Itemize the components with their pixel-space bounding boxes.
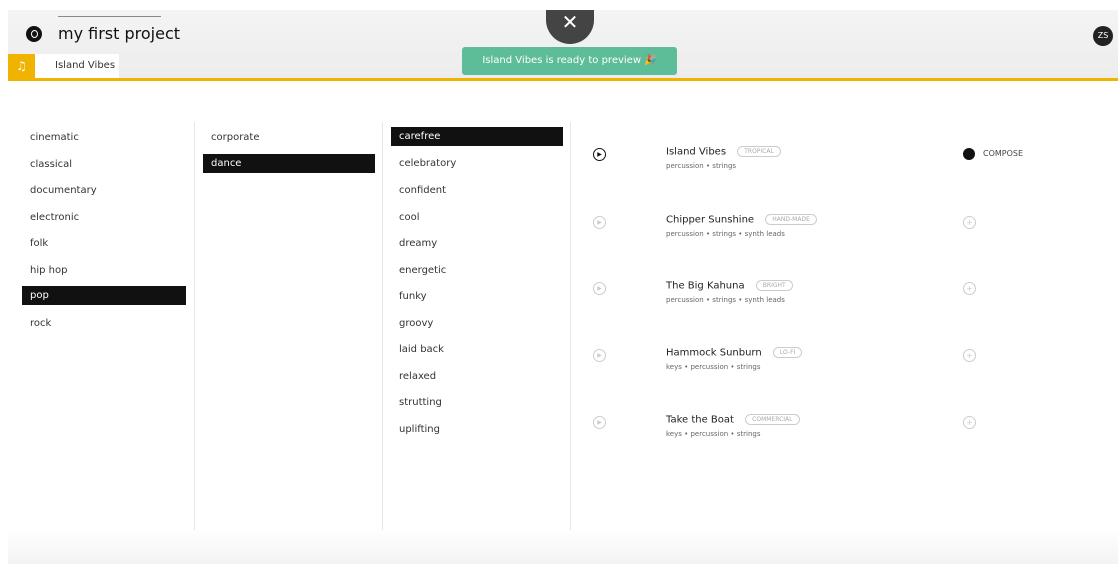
track-title-wrap: Hammock Sunburn LO-FI <box>666 347 803 359</box>
project-title[interactable]: my first project <box>58 24 180 43</box>
genre-item[interactable]: cinematic <box>22 128 186 147</box>
track-row: ▶ Chipper Sunshine HAND-MADE percussion … <box>571 214 1118 256</box>
add-icon[interactable]: + <box>963 216 976 229</box>
mood-item[interactable]: groovy <box>391 314 555 333</box>
genre-item[interactable]: documentary <box>22 181 186 200</box>
genre-item-selected[interactable]: pop <box>22 286 186 305</box>
track-title[interactable]: Hammock Sunburn <box>666 348 762 359</box>
track-title-wrap: Take the Boat COMMERCIAL <box>666 414 800 426</box>
play-icon[interactable]: ▶ <box>593 416 606 429</box>
play-icon[interactable]: ▶ <box>593 349 606 362</box>
avatar[interactable]: ZS <box>1093 26 1113 46</box>
track-title-wrap: Island Vibes TROPICAL <box>666 146 781 158</box>
close-icon[interactable]: ✕ <box>546 10 594 44</box>
track-tags: percussion • strings • synth leads <box>666 296 785 304</box>
mood-item[interactable]: confident <box>391 181 555 200</box>
track-badge: LO-FI <box>772 347 803 358</box>
mood-item[interactable]: funky <box>391 287 555 306</box>
track-badge: TROPICAL <box>737 146 781 157</box>
track-row: ▶ The Big Kahuna BRIGHT percussion • str… <box>571 280 1118 322</box>
genre-item[interactable]: rock <box>22 314 186 333</box>
mood-item[interactable]: energetic <box>391 261 555 280</box>
track-title[interactable]: Take the Boat <box>666 415 734 426</box>
play-icon[interactable]: ▶ <box>593 282 606 295</box>
add-icon[interactable]: + <box>963 349 976 362</box>
track-title[interactable]: Chipper Sunshine <box>666 215 754 226</box>
mood-item[interactable]: celebratory <box>391 154 555 173</box>
track-tags: keys • percussion • strings <box>666 430 761 438</box>
subgenre-item[interactable]: corporate <box>203 128 367 147</box>
mood-item[interactable]: laid back <box>391 340 555 359</box>
track-row: ▶ Island Vibes TROPICAL percussion • str… <box>571 146 1118 188</box>
tab-island-vibes[interactable]: Island Vibes <box>35 54 119 78</box>
header: my first project ♫ Island Vibes ✕ Island… <box>8 10 1118 81</box>
genre-item[interactable]: folk <box>22 234 186 253</box>
mood-item[interactable]: strutting <box>391 393 555 412</box>
mood-item-selected[interactable]: carefree <box>391 127 563 146</box>
mood-item[interactable]: dreamy <box>391 234 555 253</box>
genre-item[interactable]: classical <box>22 155 186 174</box>
track-tags: percussion • strings <box>666 162 737 170</box>
app-window: my first project ♫ Island Vibes ✕ Island… <box>8 10 1118 564</box>
mood-item[interactable]: relaxed <box>391 367 555 386</box>
add-icon[interactable]: + <box>963 416 976 429</box>
track-badge: HAND-MADE <box>765 214 817 225</box>
logo-icon[interactable] <box>26 26 42 42</box>
track-tags: keys • percussion • strings <box>666 363 761 371</box>
compose-icon[interactable] <box>963 148 975 160</box>
mood-item[interactable]: uplifting <box>391 420 555 439</box>
genre-column: cinematic classical documentary electron… <box>22 122 192 564</box>
play-icon[interactable]: ▶ <box>593 216 606 229</box>
track-title-wrap: The Big Kahuna BRIGHT <box>666 280 793 292</box>
track-list: ▶ Island Vibes TROPICAL percussion • str… <box>570 122 1118 564</box>
title-underline <box>58 16 161 17</box>
track-row: ▶ Take the Boat COMMERCIAL keys • percus… <box>571 414 1118 456</box>
track-badge: COMMERCIAL <box>745 414 800 425</box>
play-icon[interactable]: ▶ <box>593 148 606 161</box>
track-title-wrap: Chipper Sunshine HAND-MADE <box>666 214 817 226</box>
toast-message: Island Vibes is ready to preview 🎉 <box>462 47 677 75</box>
add-icon[interactable]: + <box>963 282 976 295</box>
subgenre-column: corporate dance <box>194 122 382 564</box>
music-note-icon[interactable]: ♫ <box>8 54 35 78</box>
header-accent-line <box>8 78 1118 81</box>
track-row: ▶ Hammock Sunburn LO-FI keys • percussio… <box>571 347 1118 389</box>
compose-button[interactable]: COMPOSE <box>983 149 1023 158</box>
mood-column: carefree celebratory confident cool drea… <box>382 122 570 564</box>
genre-item[interactable]: electronic <box>22 208 186 227</box>
track-badge: BRIGHT <box>755 280 793 291</box>
mood-item[interactable]: cool <box>391 208 555 227</box>
track-title[interactable]: The Big Kahuna <box>666 281 745 292</box>
track-title[interactable]: Island Vibes <box>666 147 726 158</box>
track-tags: percussion • strings • synth leads <box>666 230 785 238</box>
genre-item[interactable]: hip hop <box>22 261 186 280</box>
subgenre-item-selected[interactable]: dance <box>203 154 375 173</box>
